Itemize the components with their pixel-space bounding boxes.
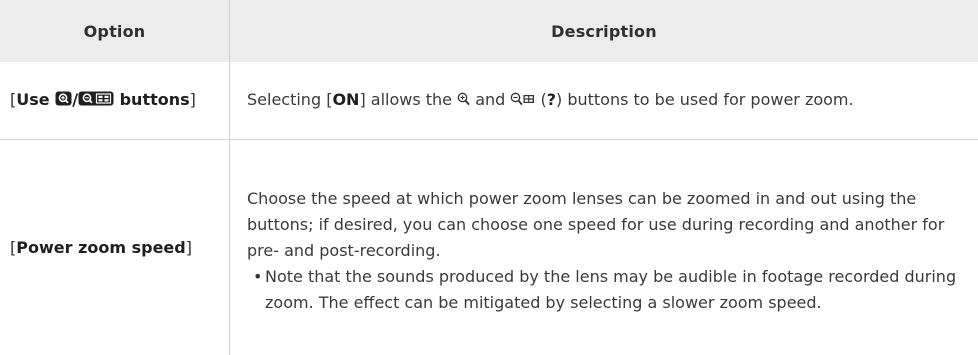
table-row: [Use / buttons] Selecting [ON] allows th… — [0, 62, 978, 140]
description-cell-power-zoom-speed: Choose the speed at which power zoom len… — [230, 140, 978, 355]
zoom-in-button-icon — [55, 88, 72, 114]
column-header-option: Option — [0, 0, 230, 62]
option-cell-power-zoom-speed: [Power zoom speed] — [0, 140, 230, 355]
table-header-row: Option Description — [0, 0, 978, 62]
options-table-container: Option Description [Use / buttons] Selec… — [0, 0, 977, 355]
zoom-in-glyph-icon — [457, 88, 470, 114]
options-table: Option Description [Use / buttons] Selec… — [0, 0, 978, 355]
note-list: Note that the sounds produced by the len… — [247, 264, 964, 316]
option-cell-use-buttons: [Use / buttons] — [0, 62, 230, 140]
zoom-out-index-glyph-icon — [510, 88, 535, 114]
table-row: [Power zoom speed] Choose the speed at w… — [0, 140, 978, 355]
description-cell-use-buttons: Selecting [ON] allows the and (?) button… — [230, 62, 978, 140]
description-paragraph: Choose the speed at which power zoom len… — [247, 186, 964, 264]
zoom-out-index-button-icon — [78, 88, 114, 114]
column-header-description: Description — [230, 0, 978, 62]
note-list-item: Note that the sounds produced by the len… — [251, 264, 964, 316]
